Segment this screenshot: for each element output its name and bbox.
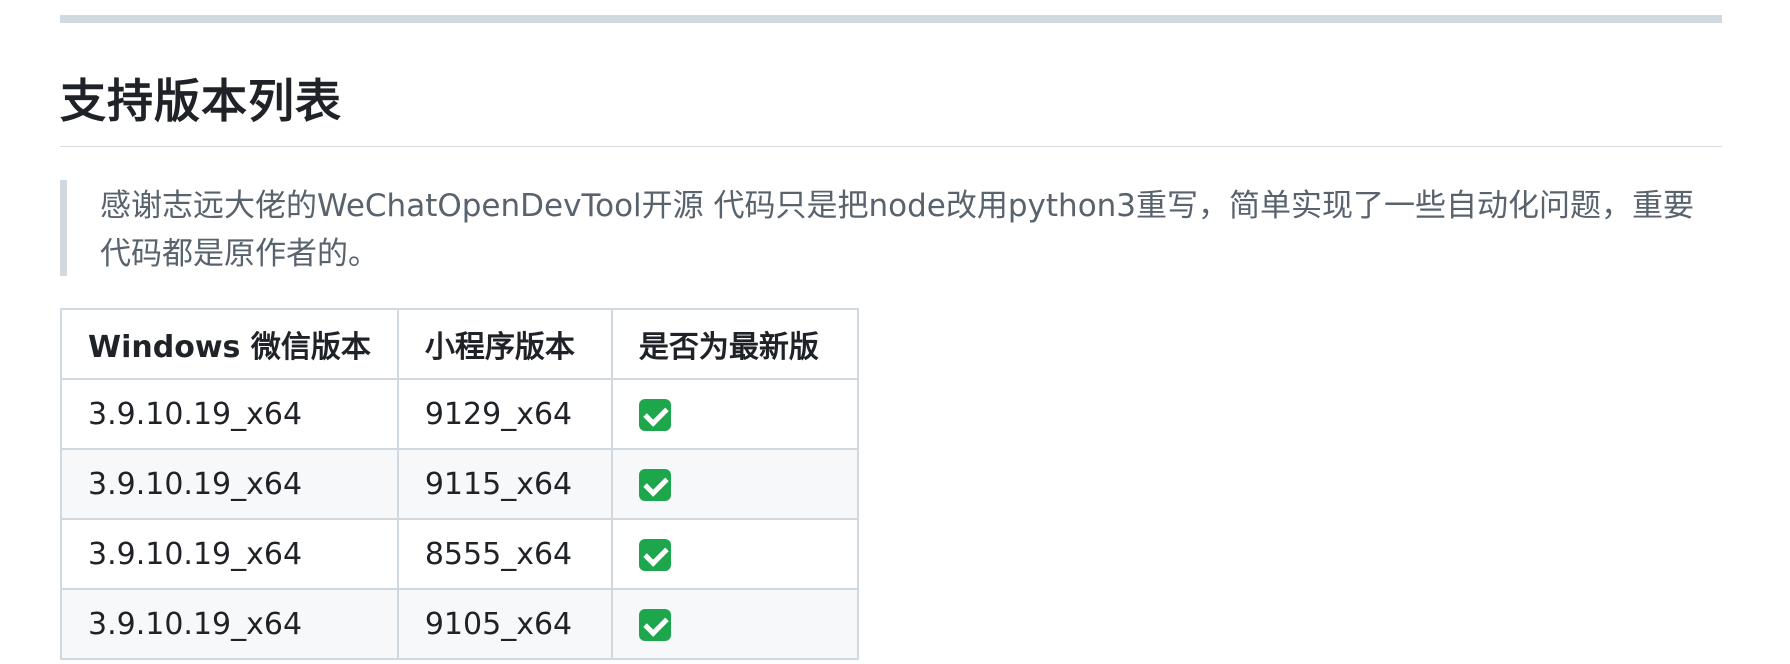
header-miniprogram-version: 小程序版本	[396, 308, 613, 380]
cell-is-latest	[610, 448, 859, 520]
blockquote-text: 感谢志远大佬的WeChatOpenDevTool开源 代码只是把node改用py…	[100, 188, 1695, 272]
header-wechat-version: Windows 微信版本	[60, 308, 399, 380]
cell-is-latest	[610, 378, 859, 450]
header-is-latest: 是否为最新版	[610, 308, 859, 380]
table-row: 3.9.10.19_x64 9105_x64	[60, 588, 859, 660]
cell-is-latest	[610, 518, 859, 590]
cell-miniprogram-version: 9105_x64	[396, 588, 613, 660]
blockquote-bar	[60, 180, 67, 276]
table-row: 3.9.10.19_x64 9115_x64	[60, 448, 859, 520]
check-mark-icon	[638, 609, 671, 641]
cell-wechat-version: 3.9.10.19_x64	[60, 448, 399, 520]
cell-wechat-version: 3.9.10.19_x64	[60, 378, 399, 450]
cell-miniprogram-version: 9115_x64	[396, 448, 613, 520]
blockquote: 感谢志远大佬的WeChatOpenDevTool开源 代码只是把node改用py…	[60, 180, 1722, 276]
cell-miniprogram-version: 9129_x64	[396, 378, 613, 450]
table-row: 3.9.10.19_x64 8555_x64	[60, 518, 859, 590]
check-mark-icon	[638, 469, 671, 501]
cell-wechat-version: 3.9.10.19_x64	[60, 518, 399, 590]
cell-miniprogram-version: 8555_x64	[396, 518, 613, 590]
heading-underline	[60, 146, 1722, 147]
cell-wechat-version: 3.9.10.19_x64	[60, 588, 399, 660]
check-mark-icon	[638, 399, 671, 431]
horizontal-rule	[60, 15, 1722, 23]
table-row: 3.9.10.19_x64 9129_x64	[60, 378, 859, 450]
cell-is-latest	[610, 588, 859, 660]
check-mark-icon	[638, 539, 671, 571]
section-heading: 支持版本列表	[60, 74, 342, 128]
version-table: Windows 微信版本 小程序版本 是否为最新版 3.9.10.19_x64 …	[60, 308, 859, 660]
table-header-row: Windows 微信版本 小程序版本 是否为最新版	[60, 308, 859, 380]
